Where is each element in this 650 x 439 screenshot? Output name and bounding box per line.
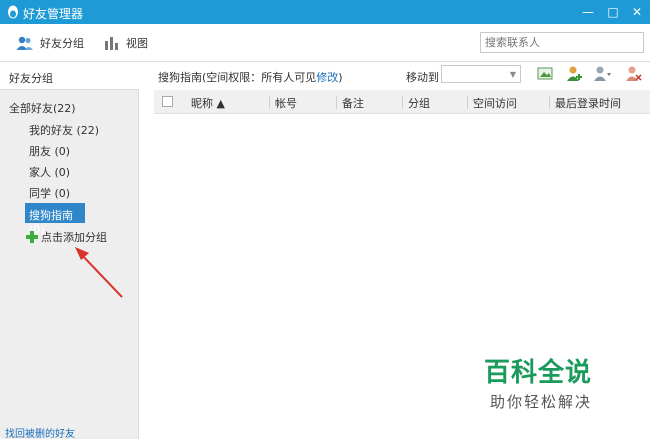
group-info: 搜狗指南(空间权限：所有人可见修改) [158,69,343,85]
group-sidebar: 好友分组 全部好友(22) 我的好友 (22) 朋友 (0) 家人 (0) 同学… [0,62,139,439]
friend-groups-button[interactable]: 好友分组 [16,34,84,52]
move-to-dropdown[interactable]: ▼ [441,65,521,83]
qq-penguin-icon [8,5,18,19]
user-settings-icon[interactable] [592,65,612,83]
add-group-button[interactable]: 点击添加分组 [26,229,107,245]
column-separator [402,96,403,109]
closing-paren: ) [338,71,343,84]
add-friend-icon[interactable] [564,65,584,83]
column-separator [336,96,337,109]
column-separator [549,96,550,109]
title-bar: 好友管理器 — □ ✕ [0,0,650,24]
watermark-title: 百科全说 [484,358,593,388]
group-my-friends[interactable]: 我的好友 (22) [29,122,99,138]
recover-deleted-friends-link[interactable]: 找回被删的好友 [5,425,75,439]
column-note[interactable]: 备注 [342,95,364,111]
sidebar-header: 好友分组 [0,62,139,90]
group-classmates[interactable]: 同学 (0) [29,185,70,201]
window-title: 好友管理器 [23,7,84,21]
delete-friend-icon[interactable] [623,65,643,83]
view-label: 视图 [126,37,148,50]
column-separator [269,96,270,109]
move-to-label: 移动到 [406,71,439,84]
watermark-subtitle: 助你轻松解决 [490,393,593,411]
group-all-friends[interactable]: 全部好友(22) [9,100,76,116]
column-separator [467,96,468,109]
qzone-icon[interactable] [535,65,555,83]
toolbar: 好友分组 视图 [0,24,650,62]
add-group-label: 点击添加分组 [41,231,107,244]
modify-permission-link[interactable]: 修改 [316,71,338,84]
bar-chart-icon [105,37,118,50]
minimize-button[interactable]: — [578,3,598,21]
group-sogou-guide-selected[interactable]: 搜狗指南 (0) [25,203,85,236]
select-all-checkbox[interactable] [162,96,173,107]
plus-icon [26,231,38,243]
column-last-login[interactable]: 最后登录时间 [555,95,621,111]
column-nickname[interactable]: 昵称 ▲ [191,95,225,111]
friend-table-header: 昵称 ▲ 帐号 备注 分组 空间访问 最后登录时间 [154,90,650,114]
group-permission-text: 搜狗指南(空间权限：所有人可见 [158,71,317,84]
column-account[interactable]: 帐号 [275,95,297,111]
chevron-down-icon: ▼ [509,70,516,79]
watermark: 百科全说 助你轻松解决 [484,352,592,412]
column-space-visit[interactable]: 空间访问 [473,95,517,111]
group-friends[interactable]: 朋友 (0) [29,143,70,159]
friend-groups-label: 好友分组 [40,37,84,50]
group-family[interactable]: 家人 (0) [29,164,70,180]
view-button[interactable]: 视图 [104,34,148,52]
close-button[interactable]: ✕ [627,3,647,21]
column-group[interactable]: 分组 [408,95,430,111]
users-icon [16,36,33,50]
maximize-button[interactable]: □ [603,3,623,21]
search-contacts-input[interactable] [480,32,644,53]
